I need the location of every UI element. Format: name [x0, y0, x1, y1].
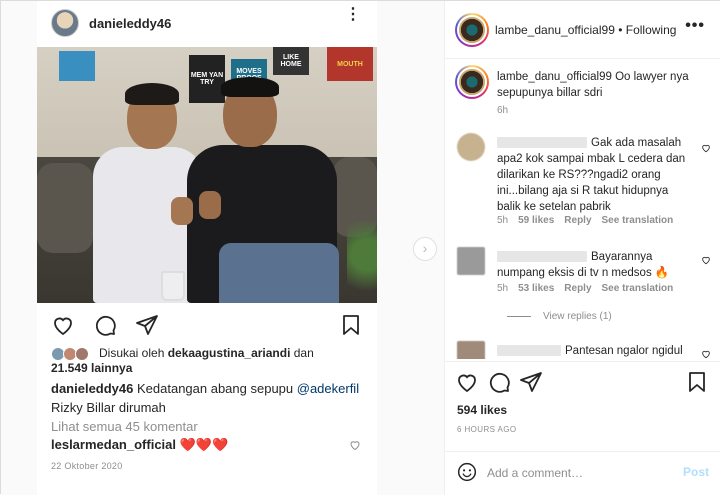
add-comment-bar: Post [445, 451, 720, 495]
add-comment-input[interactable] [487, 464, 677, 482]
view-replies-line [507, 315, 531, 317]
inner-view-all-comments: Lihat semua 45 komentar [51, 419, 198, 434]
bookmark-icon[interactable] [685, 370, 709, 394]
post-time-ago: 6 HOURS AGO [457, 425, 517, 434]
inner-caption-text2: Rizky Billar dirumah [51, 400, 166, 415]
inner-caption-mention: @adekerfil [296, 381, 360, 396]
comment-2-heart-icon[interactable] [701, 255, 711, 265]
caption-username[interactable]: lambe_danu_official99 [497, 71, 612, 83]
caption-time: 6h [497, 105, 509, 116]
share-icon[interactable] [519, 370, 543, 394]
post-photo: MEM YAN TRY MOVES PROOF LIKE HOME MOUTH [37, 47, 377, 303]
photo-poster-2: MEM YAN TRY [189, 55, 225, 103]
inner-comment: leslarmedan_official ❤️❤️❤️ [51, 437, 381, 453]
inner-comment-heart-icon [350, 441, 360, 451]
inner-avatar [51, 9, 79, 37]
comments-list: lambe_danu_official99 Oo lawyer nya sepu… [445, 59, 720, 359]
photo-plant [347, 207, 377, 303]
author-avatar[interactable] [455, 13, 489, 47]
photo-person-right-hair [221, 77, 279, 97]
following-button[interactable]: Following [626, 23, 677, 37]
inner-action-bar [37, 309, 377, 339]
author-username-line: lambe_danu_official99 • Following [495, 23, 676, 37]
post-comment-button[interactable]: Post [683, 465, 709, 479]
panel-action-bar [445, 361, 720, 401]
comment-1-avatar[interactable] [457, 133, 485, 161]
post-media: danieleddy46 ⋮ MEM YAN TRY MOVES PROOF L… [1, 1, 445, 495]
inner-comment-icon [95, 315, 116, 336]
inner-comment-hearts: ❤️❤️❤️ [179, 437, 229, 452]
comment-1-heart-icon[interactable] [701, 143, 711, 153]
photo-person-left-hair [125, 83, 179, 105]
comment-2-avatar[interactable] [457, 247, 485, 275]
caption-text: lambe_danu_official99 Oo lawyer nya sepu… [497, 69, 693, 101]
panel-header: lambe_danu_official99 • Following ••• [445, 1, 720, 59]
reposted-screenshot: danieleddy46 ⋮ MEM YAN TRY MOVES PROOF L… [37, 1, 377, 495]
inner-caption-text: Kedatangan abang sepupu [133, 381, 297, 396]
inner-post-header: danieleddy46 ⋮ [37, 7, 377, 43]
likes-count: 21.549 lainnya [51, 361, 133, 375]
inner-likes: Disukai oleh dekaagustina_ariandi dan 21… [51, 346, 371, 376]
comment-3-heart-icon[interactable] [701, 349, 711, 359]
inner-share-icon [136, 315, 158, 335]
header-dot: • [614, 23, 626, 37]
post-modal: danieleddy46 ⋮ MEM YAN TRY MOVES PROOF L… [0, 0, 720, 495]
comment-icon[interactable] [487, 370, 511, 394]
inner-username: danieleddy46 [89, 16, 172, 31]
comment-3-avatar[interactable] [457, 341, 485, 359]
photo-poster-1 [59, 51, 95, 81]
likes-user: dekaagustina_ariandi [167, 346, 291, 360]
comment-1-meta: 5h 59 likes Reply See translation [497, 215, 683, 226]
comment-3-text: Pantesan ngalor ngidul [497, 343, 693, 359]
liker-avatars [51, 346, 95, 361]
view-replies-button[interactable]: View replies (1) [507, 311, 612, 322]
likes-prefix: Disukai oleh [99, 346, 168, 360]
inner-comment-user: leslarmedan_official [51, 437, 176, 452]
inner-more-icon: ⋮ [345, 6, 361, 23]
comment-1-time: 5h [497, 215, 509, 226]
more-options-icon[interactable]: ••• [685, 17, 705, 35]
inner-heart-icon [54, 317, 72, 336]
comment-1-likes[interactable]: 59 likes [518, 215, 554, 226]
inner-date: 22 Oktober 2020 [51, 461, 123, 471]
likes-count-label[interactable]: 594 likes [457, 403, 507, 417]
comment-1-reply[interactable]: Reply [564, 215, 591, 226]
photo-poster-5: MOUTH [327, 47, 373, 81]
comment-2-meta: 5h 53 likes Reply See translation [497, 283, 683, 294]
comment-2-reply[interactable]: Reply [564, 283, 591, 294]
comment-2-likes[interactable]: 53 likes [518, 283, 554, 294]
photo-thumbs-up-1 [171, 197, 193, 225]
inner-caption: danieleddy46 Kedatangan abang sepupu @ad… [51, 379, 371, 417]
photo-jeans [219, 243, 339, 303]
likes-mid: dan [290, 346, 314, 360]
comment-3-username[interactable] [497, 345, 561, 357]
comment-2-username[interactable] [497, 251, 587, 263]
photo-sofa-arm-left [37, 163, 93, 253]
caption-avatar[interactable] [455, 65, 489, 99]
comment-2-time: 5h [497, 283, 509, 294]
author-username[interactable]: lambe_danu_official99 [495, 23, 615, 37]
comment-1-username[interactable] [497, 137, 587, 149]
comment-2-text: Bayarannya numpang eksis di tv n medsos … [497, 251, 670, 279]
comment-2-translate[interactable]: See translation [602, 283, 674, 294]
emoji-icon[interactable] [457, 462, 477, 482]
comment-1-translate[interactable]: See translation [602, 215, 674, 226]
next-media-arrow[interactable]: › [413, 237, 437, 261]
photo-poster-4: LIKE HOME [273, 47, 309, 75]
comment-1-text: Gak ada masalah apa2 kok sampai mbak L c… [497, 137, 686, 213]
like-heart-icon[interactable] [455, 370, 479, 394]
inner-caption-user: danieleddy46 [51, 381, 134, 396]
inner-bookmark-icon [343, 315, 359, 335]
photo-glass [161, 271, 185, 301]
photo-thumbs-up-2 [199, 191, 221, 219]
comment-panel: lambe_danu_official99 • Following ••• la… [445, 1, 720, 495]
